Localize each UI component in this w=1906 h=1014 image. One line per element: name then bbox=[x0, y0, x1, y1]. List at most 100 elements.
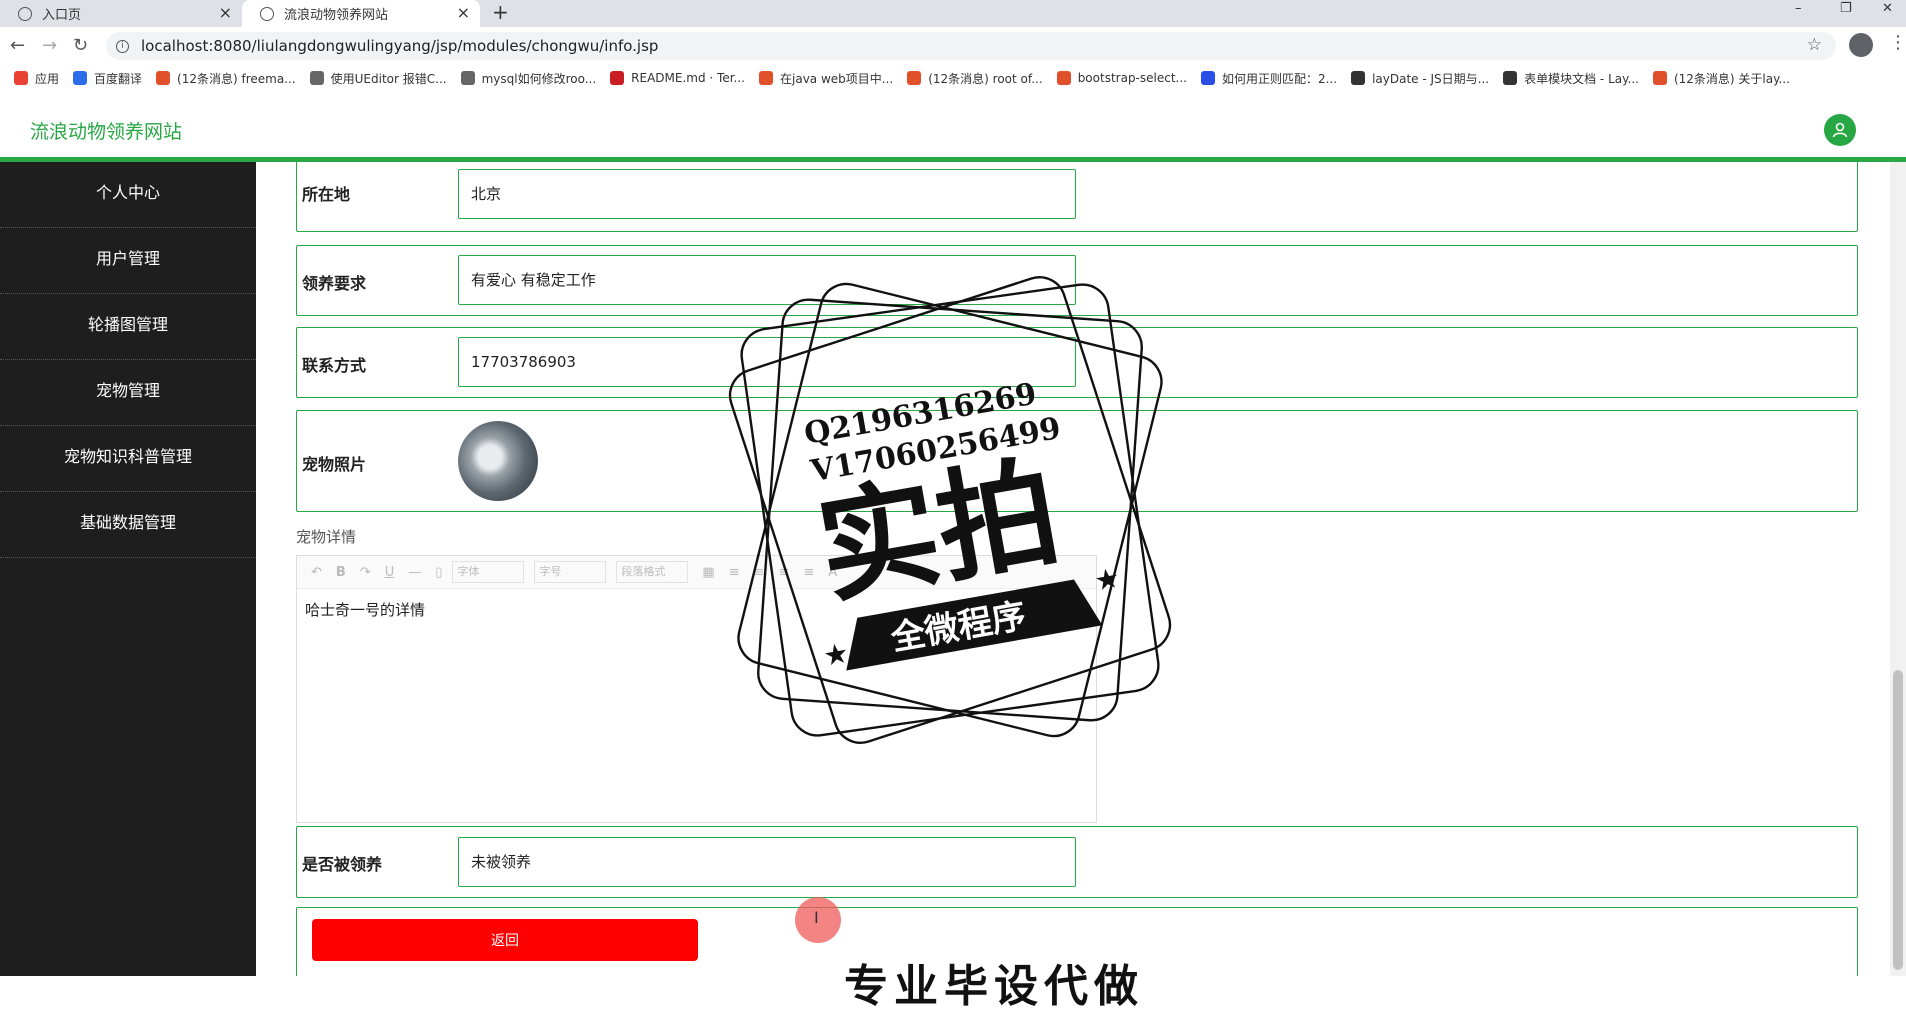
bookmark-label: layDate - JS日期与... bbox=[1372, 71, 1490, 86]
bookmark-item[interactable]: layDate - JS日期与... bbox=[1351, 70, 1489, 87]
sidebar-item-pet-knowledge[interactable]: 宠物知识科普管理 bbox=[0, 426, 256, 492]
size-select[interactable]: 字号 bbox=[534, 561, 607, 583]
bookmark-icon bbox=[460, 71, 475, 85]
bookmark-item[interactable]: 百度翻译 bbox=[73, 70, 142, 87]
text-cursor-icon: I bbox=[814, 908, 819, 927]
editor-toolbar: ↶ B ↷ U — ▯ 字体 字号 段落格式 ▦ ≡ ≡ ≡ ≡ A bbox=[297, 556, 1096, 589]
align-left-icon[interactable]: ≡ bbox=[729, 565, 740, 580]
bookmark-item[interactable]: README.md · Ter... bbox=[610, 71, 745, 85]
sidebar-item-base-data[interactable]: 基础数据管理 bbox=[0, 492, 256, 558]
location-field[interactable]: 北京 bbox=[458, 169, 1076, 219]
bookmark-label: README.md · Ter... bbox=[631, 71, 745, 85]
restore-button[interactable]: ❐ bbox=[1840, 0, 1852, 18]
field-label: 是否被领养 bbox=[302, 855, 383, 874]
justify-icon[interactable]: ≡ bbox=[803, 565, 814, 580]
bookmark-item[interactable]: 表单模块文档 - Lay... bbox=[1503, 70, 1639, 87]
field-label: 领养要求 bbox=[302, 274, 367, 293]
menu-dots-icon[interactable]: ⋮ bbox=[1889, 32, 1906, 53]
form-row-photo: 宠物照片 bbox=[296, 410, 1858, 512]
font-select[interactable]: 字体 bbox=[452, 561, 525, 583]
bookmark-label: bootstrap-select... bbox=[1077, 71, 1187, 85]
window-close-button[interactable]: ✕ bbox=[1882, 0, 1893, 18]
rich-text-editor[interactable]: ↶ B ↷ U — ▯ 字体 字号 段落格式 ▦ ≡ ≡ ≡ ≡ A 哈士奇一号… bbox=[296, 555, 1097, 823]
profile-icon[interactable] bbox=[1849, 33, 1873, 57]
close-icon[interactable]: × bbox=[219, 3, 232, 22]
tab-label: 入口页 bbox=[42, 8, 82, 23]
underline-icon[interactable]: U bbox=[385, 565, 395, 580]
bookmark-item[interactable]: 在java web项目中... bbox=[759, 70, 893, 87]
form-row-location: 所在地 北京 bbox=[296, 162, 1858, 232]
align-right-icon[interactable]: ≡ bbox=[779, 565, 790, 580]
form-row-requirement: 领养要求 有爱心 有稳定工作 bbox=[296, 245, 1858, 316]
star-icon[interactable]: ☆ bbox=[1807, 35, 1822, 55]
close-icon[interactable]: × bbox=[457, 3, 470, 22]
url-text: localhost:8080/liulangdongwulingyang/jsp… bbox=[141, 37, 659, 55]
bookmark-label: 表单模块文档 - Lay... bbox=[1524, 71, 1639, 86]
site-icon bbox=[260, 6, 274, 21]
cursor-indicator: I bbox=[795, 897, 841, 943]
app-title: 流浪动物领养网站 bbox=[30, 121, 183, 143]
bookmark-item[interactable]: 使用UEditor 报错C... bbox=[309, 70, 447, 87]
font-color-icon[interactable]: A bbox=[828, 565, 837, 580]
horizontal-rule-icon[interactable]: — bbox=[408, 565, 421, 580]
table-icon[interactable]: ▦ bbox=[702, 565, 714, 580]
adopted-field[interactable]: 未被领养 bbox=[458, 837, 1076, 887]
bookmark-item[interactable]: mysql如何修改roo... bbox=[460, 70, 596, 87]
contact-field[interactable]: 17703786903 bbox=[458, 337, 1076, 387]
bookmark-icon bbox=[309, 71, 324, 85]
form-row-contact: 联系方式 17703786903 bbox=[296, 327, 1858, 398]
bookmark-icon bbox=[1351, 71, 1366, 85]
new-tab-button[interactable]: + bbox=[492, 0, 509, 24]
user-icon[interactable] bbox=[1824, 114, 1856, 146]
globe-icon bbox=[18, 6, 32, 21]
bookmark-label: (12条消息) freema... bbox=[177, 71, 296, 86]
forward-arrow-icon[interactable]: → bbox=[42, 35, 57, 56]
browser-tab-active[interactable]: 流浪动物领养网站 × bbox=[242, 0, 480, 27]
redo-icon[interactable]: ↷ bbox=[360, 565, 371, 580]
reload-icon[interactable]: ↻ bbox=[73, 35, 88, 56]
field-label: 所在地 bbox=[302, 185, 351, 204]
sidebar-item-users[interactable]: 用户管理 bbox=[0, 228, 256, 294]
bookmark-item[interactable]: 应用 bbox=[14, 70, 59, 87]
paragraph-select[interactable]: 段落格式 bbox=[616, 561, 689, 583]
info-icon[interactable]: i bbox=[116, 39, 129, 53]
bookmark-icon bbox=[73, 71, 88, 85]
bookmark-icon bbox=[759, 71, 773, 85]
sidebar: 个人中心 用户管理 轮播图管理 宠物管理 宠物知识科普管理 基础数据管理 bbox=[0, 162, 256, 976]
sidebar-item-pets[interactable]: 宠物管理 bbox=[0, 360, 256, 426]
bookmark-icon bbox=[14, 71, 28, 85]
back-arrow-icon[interactable]: ← bbox=[10, 35, 25, 56]
pet-photo bbox=[458, 421, 538, 501]
bookmark-label: 在java web项目中... bbox=[780, 71, 894, 86]
person-icon bbox=[1832, 122, 1848, 138]
form-row-adopted: 是否被领养 未被领养 bbox=[296, 826, 1858, 898]
bookmark-icon bbox=[1200, 71, 1215, 85]
sidebar-item-profile[interactable]: 个人中心 bbox=[0, 162, 256, 228]
watermark-bottom: 专业毕设代做 bbox=[844, 961, 1144, 1012]
bookmark-label: 使用UEditor 报错C... bbox=[330, 71, 447, 86]
main-content: 所在地 北京 领养要求 有爱心 有稳定工作 联系方式 17703786903 宠… bbox=[256, 162, 1906, 976]
tab-label: 流浪动物领养网站 bbox=[284, 8, 389, 23]
bookmark-icon bbox=[1503, 71, 1518, 85]
bookmark-label: 如何用正则匹配：2... bbox=[1221, 71, 1338, 86]
requirement-field[interactable]: 有爱心 有稳定工作 bbox=[458, 255, 1076, 305]
bookmark-item[interactable]: 如何用正则匹配：2... bbox=[1200, 70, 1338, 87]
bookmark-item[interactable]: (12条消息) 关于lay... bbox=[1652, 70, 1790, 87]
bookmark-label: (12条消息) root of... bbox=[928, 71, 1043, 86]
bookmark-item[interactable]: (12条消息) root of... bbox=[907, 70, 1043, 87]
bookmark-item[interactable]: (12条消息) freema... bbox=[156, 70, 296, 87]
editor-content[interactable]: 哈士奇一号的详情 bbox=[297, 589, 1096, 630]
sidebar-item-carousel[interactable]: 轮播图管理 bbox=[0, 294, 256, 360]
bookmark-item[interactable]: bootstrap-select... bbox=[1056, 71, 1187, 85]
url-input[interactable]: i localhost:8080/liulangdongwulingyang/j… bbox=[106, 32, 1836, 60]
return-button[interactable]: 返回 bbox=[312, 919, 698, 961]
scrollbar-thumb[interactable] bbox=[1893, 670, 1903, 970]
bookmark-label: 百度翻译 bbox=[94, 71, 143, 86]
bookmark-label: 应用 bbox=[35, 71, 60, 86]
minimize-button[interactable]: – bbox=[1795, 0, 1802, 18]
bold-icon[interactable]: B bbox=[336, 565, 346, 580]
paste-icon[interactable]: ▯ bbox=[435, 565, 442, 580]
browser-tab-entry[interactable]: 入口页 × bbox=[0, 0, 242, 27]
undo-icon[interactable]: ↶ bbox=[311, 565, 322, 580]
align-center-icon[interactable]: ≡ bbox=[754, 565, 765, 580]
